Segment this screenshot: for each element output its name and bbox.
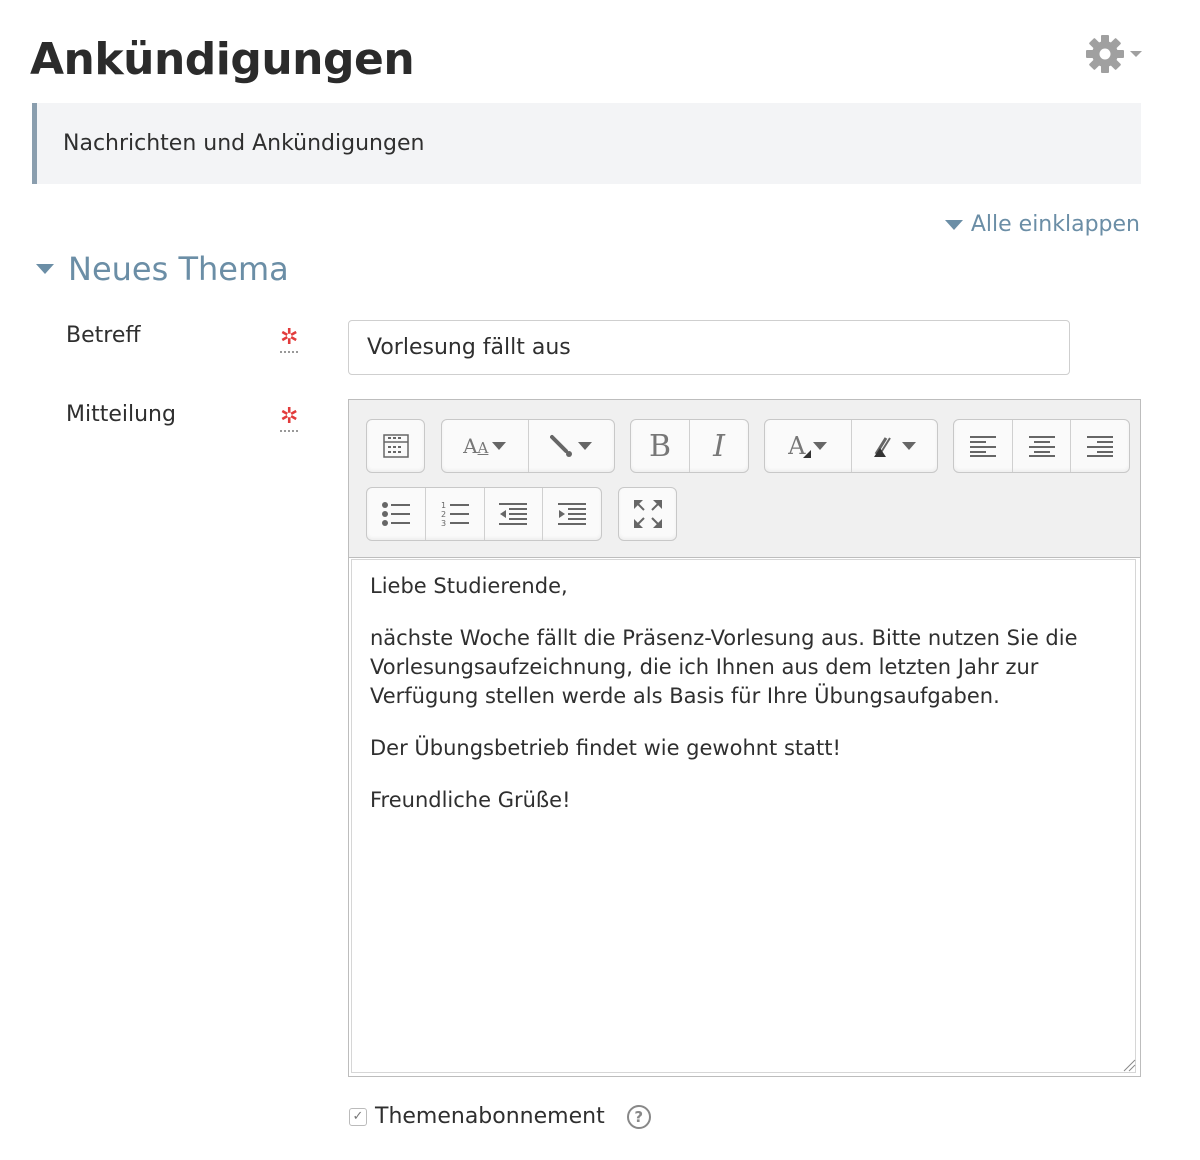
bold-icon: B — [648, 428, 672, 464]
toolbar-group-view — [618, 487, 677, 541]
message-paragraph: Freundliche Grüße! — [370, 788, 571, 812]
toolbar-group-text: AA — [441, 419, 615, 473]
toolbar-group-align — [953, 419, 1130, 473]
message-paragraph: nächste Woche fällt die Präsenz-Vorlesun… — [370, 626, 1078, 708]
fullscreen-button[interactable] — [619, 488, 676, 540]
align-left-icon — [969, 436, 996, 457]
svg-text:2: 2 — [441, 510, 446, 519]
subscription-checkbox[interactable]: ✓ — [349, 1107, 367, 1126]
indent-icon — [558, 503, 587, 525]
svg-text:3: 3 — [441, 519, 446, 527]
align-right-icon — [1087, 436, 1114, 457]
italic-icon: I — [713, 428, 725, 464]
caret-down-icon — [944, 219, 963, 230]
toolbar-group-toggle — [366, 419, 425, 473]
message-content-area[interactable]: Liebe Studierende, nächste Woche fällt d… — [351, 559, 1136, 1073]
editor-toolbar: AA B I A 1 2 3 — [349, 400, 1140, 558]
required-icon: ✲ — [280, 406, 298, 432]
align-right-button[interactable] — [1071, 420, 1129, 472]
background-color-icon — [874, 437, 892, 457]
required-icon: ✲ — [280, 327, 298, 353]
numbered-list-button[interactable]: 123 — [426, 488, 485, 540]
chevron-down-icon — [1130, 51, 1142, 57]
paragraph-style-icon — [550, 435, 573, 457]
message-paragraph: Der Übungsbetrieb findet wie gewohnt sta… — [370, 736, 841, 760]
svg-text:1: 1 — [441, 501, 446, 510]
font-size-icon: AA — [463, 434, 489, 458]
bullet-list-icon — [381, 502, 410, 526]
outdent-icon — [499, 503, 528, 525]
toolbar-toggle-button[interactable] — [367, 420, 424, 472]
message-editor: AA B I A 1 2 3 Liebe Studierende, nächst… — [348, 399, 1141, 1077]
outdent-button[interactable] — [485, 488, 544, 540]
font-size-button[interactable]: AA — [442, 420, 529, 472]
resize-handle-icon[interactable] — [1122, 1058, 1136, 1072]
align-left-button[interactable] — [954, 420, 1013, 472]
caret-down-icon — [36, 264, 54, 274]
forum-intro: Nachrichten und Ankündigungen — [32, 103, 1141, 184]
subject-input[interactable] — [348, 320, 1070, 375]
background-color-button[interactable] — [852, 420, 938, 472]
indent-button[interactable] — [543, 488, 601, 540]
font-color-icon: A — [788, 432, 812, 460]
fullscreen-icon — [633, 500, 662, 528]
section-title: Neues Thema — [68, 250, 289, 288]
message-paragraph: Liebe Studierende, — [370, 574, 568, 598]
checkmark-icon: ✓ — [352, 1109, 364, 1124]
subscription-label: Themenabonnement — [375, 1104, 605, 1129]
bullet-list-button[interactable] — [367, 488, 426, 540]
italic-button[interactable]: I — [690, 420, 748, 472]
font-color-button[interactable]: A — [765, 420, 852, 472]
toolbar-group-style: B I — [630, 419, 749, 473]
align-center-icon — [1028, 436, 1055, 457]
subscription-option: ✓ Themenabonnement ? — [349, 1104, 651, 1129]
gear-icon — [1086, 35, 1124, 73]
page-title: Ankündigungen — [30, 34, 415, 85]
subject-label: Betreff — [66, 323, 141, 348]
forum-description: Nachrichten und Ankündigungen — [63, 131, 425, 156]
collapse-all-label: Alle einklappen — [970, 212, 1140, 237]
message-label: Mitteilung — [66, 402, 176, 427]
help-icon[interactable]: ? — [626, 1104, 651, 1129]
align-center-button[interactable] — [1013, 420, 1072, 472]
section-header-new-topic[interactable]: Neues Thema — [36, 250, 289, 288]
bold-button[interactable]: B — [631, 420, 690, 472]
toolbar-group-lists: 123 — [366, 487, 602, 541]
collapse-all-link[interactable]: Alle einklappen — [944, 212, 1140, 237]
paragraph-style-button[interactable] — [529, 420, 615, 472]
numbered-list-icon: 123 — [441, 501, 469, 527]
toolbar-group-color: A — [764, 419, 938, 473]
toolbar-toggle-icon — [382, 434, 409, 458]
settings-menu-button[interactable] — [1084, 32, 1148, 76]
